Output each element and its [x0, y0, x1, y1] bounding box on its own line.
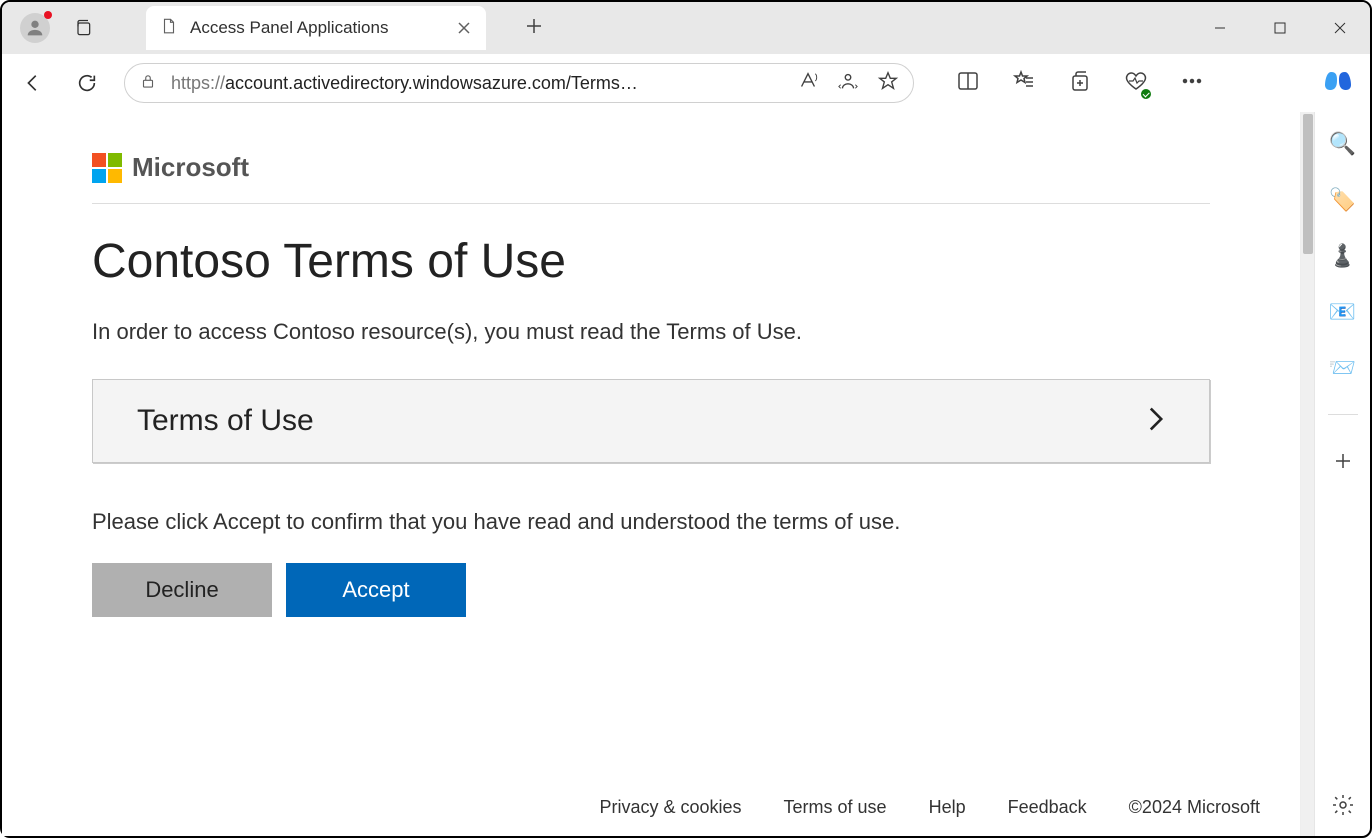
sidebar-search-icon[interactable]: 🔍	[1329, 130, 1357, 158]
tab-title: Access Panel Applications	[190, 18, 444, 38]
edge-sidebar: 🔍 🏷️ ♟️ 📧 📨	[1314, 112, 1370, 836]
footer-feedback-link[interactable]: Feedback	[1008, 797, 1087, 818]
terms-of-use-expander[interactable]: Terms of Use	[92, 379, 1210, 463]
new-tab-button[interactable]	[514, 6, 554, 46]
footer-copyright: ©2024 Microsoft	[1129, 797, 1260, 818]
collections-icon[interactable]	[1068, 69, 1092, 98]
browser-essentials-icon[interactable]	[1124, 69, 1148, 98]
footer-privacy-link[interactable]: Privacy & cookies	[599, 797, 741, 818]
tab-close-button[interactable]	[456, 20, 472, 36]
vertical-scrollbar[interactable]	[1300, 112, 1314, 836]
page-title: Contoso Terms of Use	[92, 234, 1210, 289]
sidebar-send-icon[interactable]: 📨	[1329, 354, 1357, 382]
toolbar-actions	[956, 69, 1204, 98]
confirm-text: Please click Accept to confirm that you …	[92, 509, 1210, 535]
footer-terms-link[interactable]: Terms of use	[784, 797, 887, 818]
microsoft-logo-icon	[92, 153, 122, 183]
window-maximize-button[interactable]	[1250, 2, 1310, 54]
sidebar-outlook-icon[interactable]: 📧	[1329, 298, 1357, 326]
microsoft-logo: Microsoft	[92, 152, 1210, 183]
decline-button[interactable]: Decline	[92, 563, 272, 617]
window-minimize-button[interactable]	[1190, 2, 1250, 54]
copilot-button[interactable]	[1320, 65, 1356, 101]
favorites-list-icon[interactable]	[1012, 69, 1036, 98]
document-icon	[160, 16, 178, 41]
read-aloud-icon[interactable]	[797, 70, 819, 97]
accept-button[interactable]: Accept	[286, 563, 466, 617]
workspaces-button[interactable]	[70, 15, 96, 41]
tou-label: Terms of Use	[137, 404, 314, 438]
notification-dot-icon	[44, 11, 52, 19]
browser-toolbar: https://account.activedirectory.windowsa…	[2, 54, 1370, 112]
split-screen-icon[interactable]	[956, 69, 980, 98]
intro-text: In order to access Contoso resource(s), …	[92, 319, 1210, 345]
page-content: Microsoft Contoso Terms of Use In order …	[2, 112, 1300, 836]
address-bar[interactable]: https://account.activedirectory.windowsa…	[124, 63, 914, 103]
sidebar-divider	[1328, 414, 1358, 415]
sidebar-settings-icon[interactable]	[1331, 793, 1355, 822]
brand-text: Microsoft	[132, 152, 249, 183]
sidebar-shopping-icon[interactable]: 🏷️	[1329, 186, 1357, 214]
window-close-button[interactable]	[1310, 2, 1370, 54]
more-menu-icon[interactable]	[1180, 69, 1204, 98]
refresh-button[interactable]	[70, 66, 104, 100]
page-footer: Privacy & cookies Terms of use Help Feed…	[599, 797, 1260, 818]
browser-tab[interactable]: Access Panel Applications	[146, 6, 486, 50]
divider	[92, 203, 1210, 204]
titlebar: Access Panel Applications	[2, 2, 1370, 54]
browser-window: Access Panel Applications https://accoun…	[0, 0, 1372, 838]
back-button[interactable]	[16, 66, 50, 100]
url-text: https://account.activedirectory.windowsa…	[171, 73, 783, 94]
profile-button[interactable]	[20, 13, 50, 43]
favorite-star-icon[interactable]	[877, 70, 899, 97]
sidebar-games-icon[interactable]: ♟️	[1329, 242, 1357, 270]
window-controls	[1190, 2, 1370, 54]
sidebar-add-button[interactable]	[1329, 447, 1357, 475]
site-info-icon[interactable]	[139, 72, 157, 95]
profile-switch-icon[interactable]	[837, 70, 859, 97]
footer-help-link[interactable]: Help	[929, 797, 966, 818]
chevron-right-icon	[1147, 406, 1165, 437]
